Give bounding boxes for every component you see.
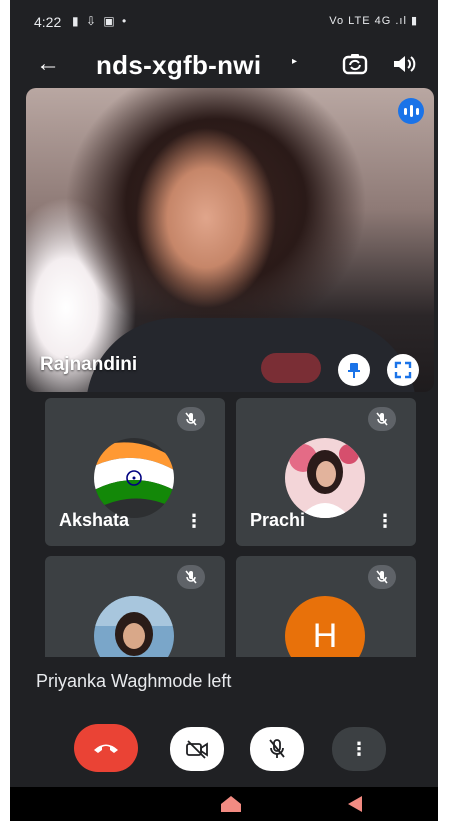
system-status-icons: Vo LTE 4G .ıl ▮ — [329, 15, 418, 27]
more-options-button[interactable]: ⋮ — [332, 727, 386, 771]
mic-off-icon — [177, 407, 205, 431]
camera-off-icon — [186, 740, 208, 759]
status-time: 4:22 — [34, 14, 62, 30]
speaker-video-collar — [261, 353, 321, 383]
participant-name: Prachi — [250, 510, 306, 530]
participant-name: Akshata — [59, 510, 130, 530]
avatar-letter: H — [312, 616, 338, 655]
participant-tile[interactable]: Prachi ⋮ — [236, 398, 416, 546]
main-speaker-name: Rajnandini — [40, 354, 138, 375]
chevron-right-icon[interactable]: ▸ — [292, 56, 297, 67]
speaking-indicator-icon — [398, 98, 424, 124]
mic-toggle-button[interactable] — [250, 727, 304, 771]
end-call-button[interactable] — [74, 724, 138, 772]
mic-off-icon — [269, 739, 285, 758]
switch-camera-icon[interactable] — [341, 50, 369, 78]
meeting-code-title[interactable]: nds-xgfb-nwi — [96, 50, 261, 80]
fullscreen-icon — [394, 361, 412, 379]
home-icon[interactable] — [220, 795, 242, 813]
more-options-icon[interactable]: ⋮ — [185, 512, 203, 530]
mic-off-icon — [177, 565, 205, 589]
pin-icon — [348, 363, 360, 378]
participant-tile[interactable]: Akshata ⋮ — [45, 398, 225, 546]
profile-photo-avatar — [285, 438, 365, 518]
main-speaker-tile[interactable]: Rajnandini — [26, 88, 434, 392]
indian-flag-avatar — [94, 438, 174, 518]
back-arrow-icon[interactable]: ← — [36, 50, 60, 78]
status-bar: 4:22 ▮ ⇩ ▣ • Vo LTE 4G .ıl ▮ — [10, 0, 438, 44]
camera-toggle-button[interactable] — [170, 727, 224, 771]
app-bar: ← nds-xgfb-nwi ▸ — [10, 44, 438, 88]
call-controls: ⋮ — [10, 707, 438, 787]
toast-message: Priyanka Waghmode left — [36, 671, 232, 691]
back-triangle-icon[interactable] — [346, 795, 364, 813]
mic-off-icon — [368, 407, 396, 431]
hang-up-icon — [94, 744, 118, 753]
mic-off-icon — [368, 565, 396, 589]
pin-button[interactable] — [338, 354, 370, 386]
more-vert-icon: ⋮ — [350, 738, 368, 759]
more-options-icon[interactable]: ⋮ — [376, 512, 394, 530]
participant-left-toast: Priyanka Waghmode left — [10, 657, 438, 707]
phone-screen: 4:22 ▮ ⇩ ▣ • Vo LTE 4G .ıl ▮ ← nds-xgfb-… — [10, 0, 438, 821]
fullscreen-button[interactable] — [387, 354, 419, 386]
speaker-icon[interactable] — [391, 52, 417, 76]
notification-icons: ▮ ⇩ ▣ • — [72, 14, 129, 28]
system-nav-bar — [10, 787, 438, 821]
